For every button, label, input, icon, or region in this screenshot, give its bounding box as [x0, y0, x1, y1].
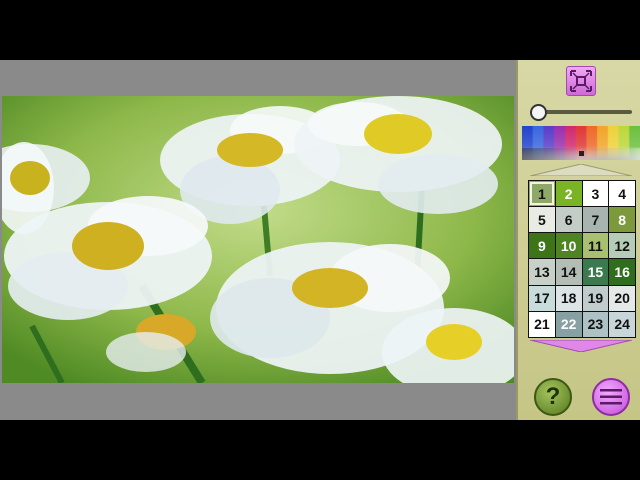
zoom-track — [534, 110, 632, 114]
help-button[interactable]: ? — [534, 378, 572, 416]
color-number-cell[interactable]: 16 — [609, 259, 635, 285]
color-number-cell[interactable]: 11 — [582, 233, 609, 259]
color-number-cell[interactable]: 23 — [582, 311, 609, 337]
zoom-thumb[interactable] — [530, 104, 547, 121]
scroll-down-arrow[interactable] — [530, 340, 632, 352]
canvas-area[interactable] — [0, 60, 516, 420]
color-number-cell[interactable]: 5 — [529, 207, 555, 233]
menu-button[interactable] — [592, 378, 630, 416]
number-grid: 1 2 3 4 5 6 7 8 9 10 11 12 13 14 15 16 17 18 19 20 21 22 23 24 — [528, 180, 636, 338]
color-number-cell[interactable]: 24 — [609, 311, 635, 337]
color-number-cell[interactable]: 7 — [582, 207, 609, 233]
color-number-cell[interactable]: 10 — [555, 233, 582, 259]
color-number-cell[interactable]: 17 — [529, 285, 555, 311]
color-number-cell[interactable]: 13 — [529, 259, 555, 285]
color-number-cell[interactable]: 4 — [609, 181, 635, 207]
color-number-cell[interactable]: 20 — [609, 285, 635, 311]
color-number-cell[interactable]: 12 — [609, 233, 635, 259]
color-number-cell[interactable]: 6 — [555, 207, 582, 233]
color-number-cell[interactable]: 1 — [529, 181, 555, 207]
hamburger-menu-icon — [600, 389, 622, 405]
color-number-cell[interactable]: 19 — [582, 285, 609, 311]
color-number-cell[interactable]: 9 — [529, 233, 555, 259]
side-panel: 1 2 3 4 5 6 7 8 9 10 11 12 13 14 15 16 17 18 19 20 21 22 23 24 … — [516, 60, 640, 420]
zoom-slider[interactable] — [530, 104, 634, 121]
scroll-up-arrow[interactable] — [530, 164, 632, 176]
color-number-cell[interactable]: 14 — [555, 259, 582, 285]
color-number-cell[interactable]: 2 — [555, 181, 582, 207]
color-number-cell[interactable]: 21 — [529, 311, 555, 337]
color-number-cell[interactable]: 8 — [609, 207, 635, 233]
fit-to-screen-icon — [570, 70, 592, 92]
color-number-cell[interactable]: 3 — [582, 181, 609, 207]
painting-canvas[interactable] — [2, 96, 514, 383]
color-number-cell[interactable]: 15 — [582, 259, 609, 285]
fit-to-screen-button[interactable] — [566, 66, 596, 96]
palette-marker — [579, 151, 584, 156]
color-number-cell[interactable]: 22 — [555, 311, 582, 337]
color-number-cell[interactable]: 18 — [555, 285, 582, 311]
